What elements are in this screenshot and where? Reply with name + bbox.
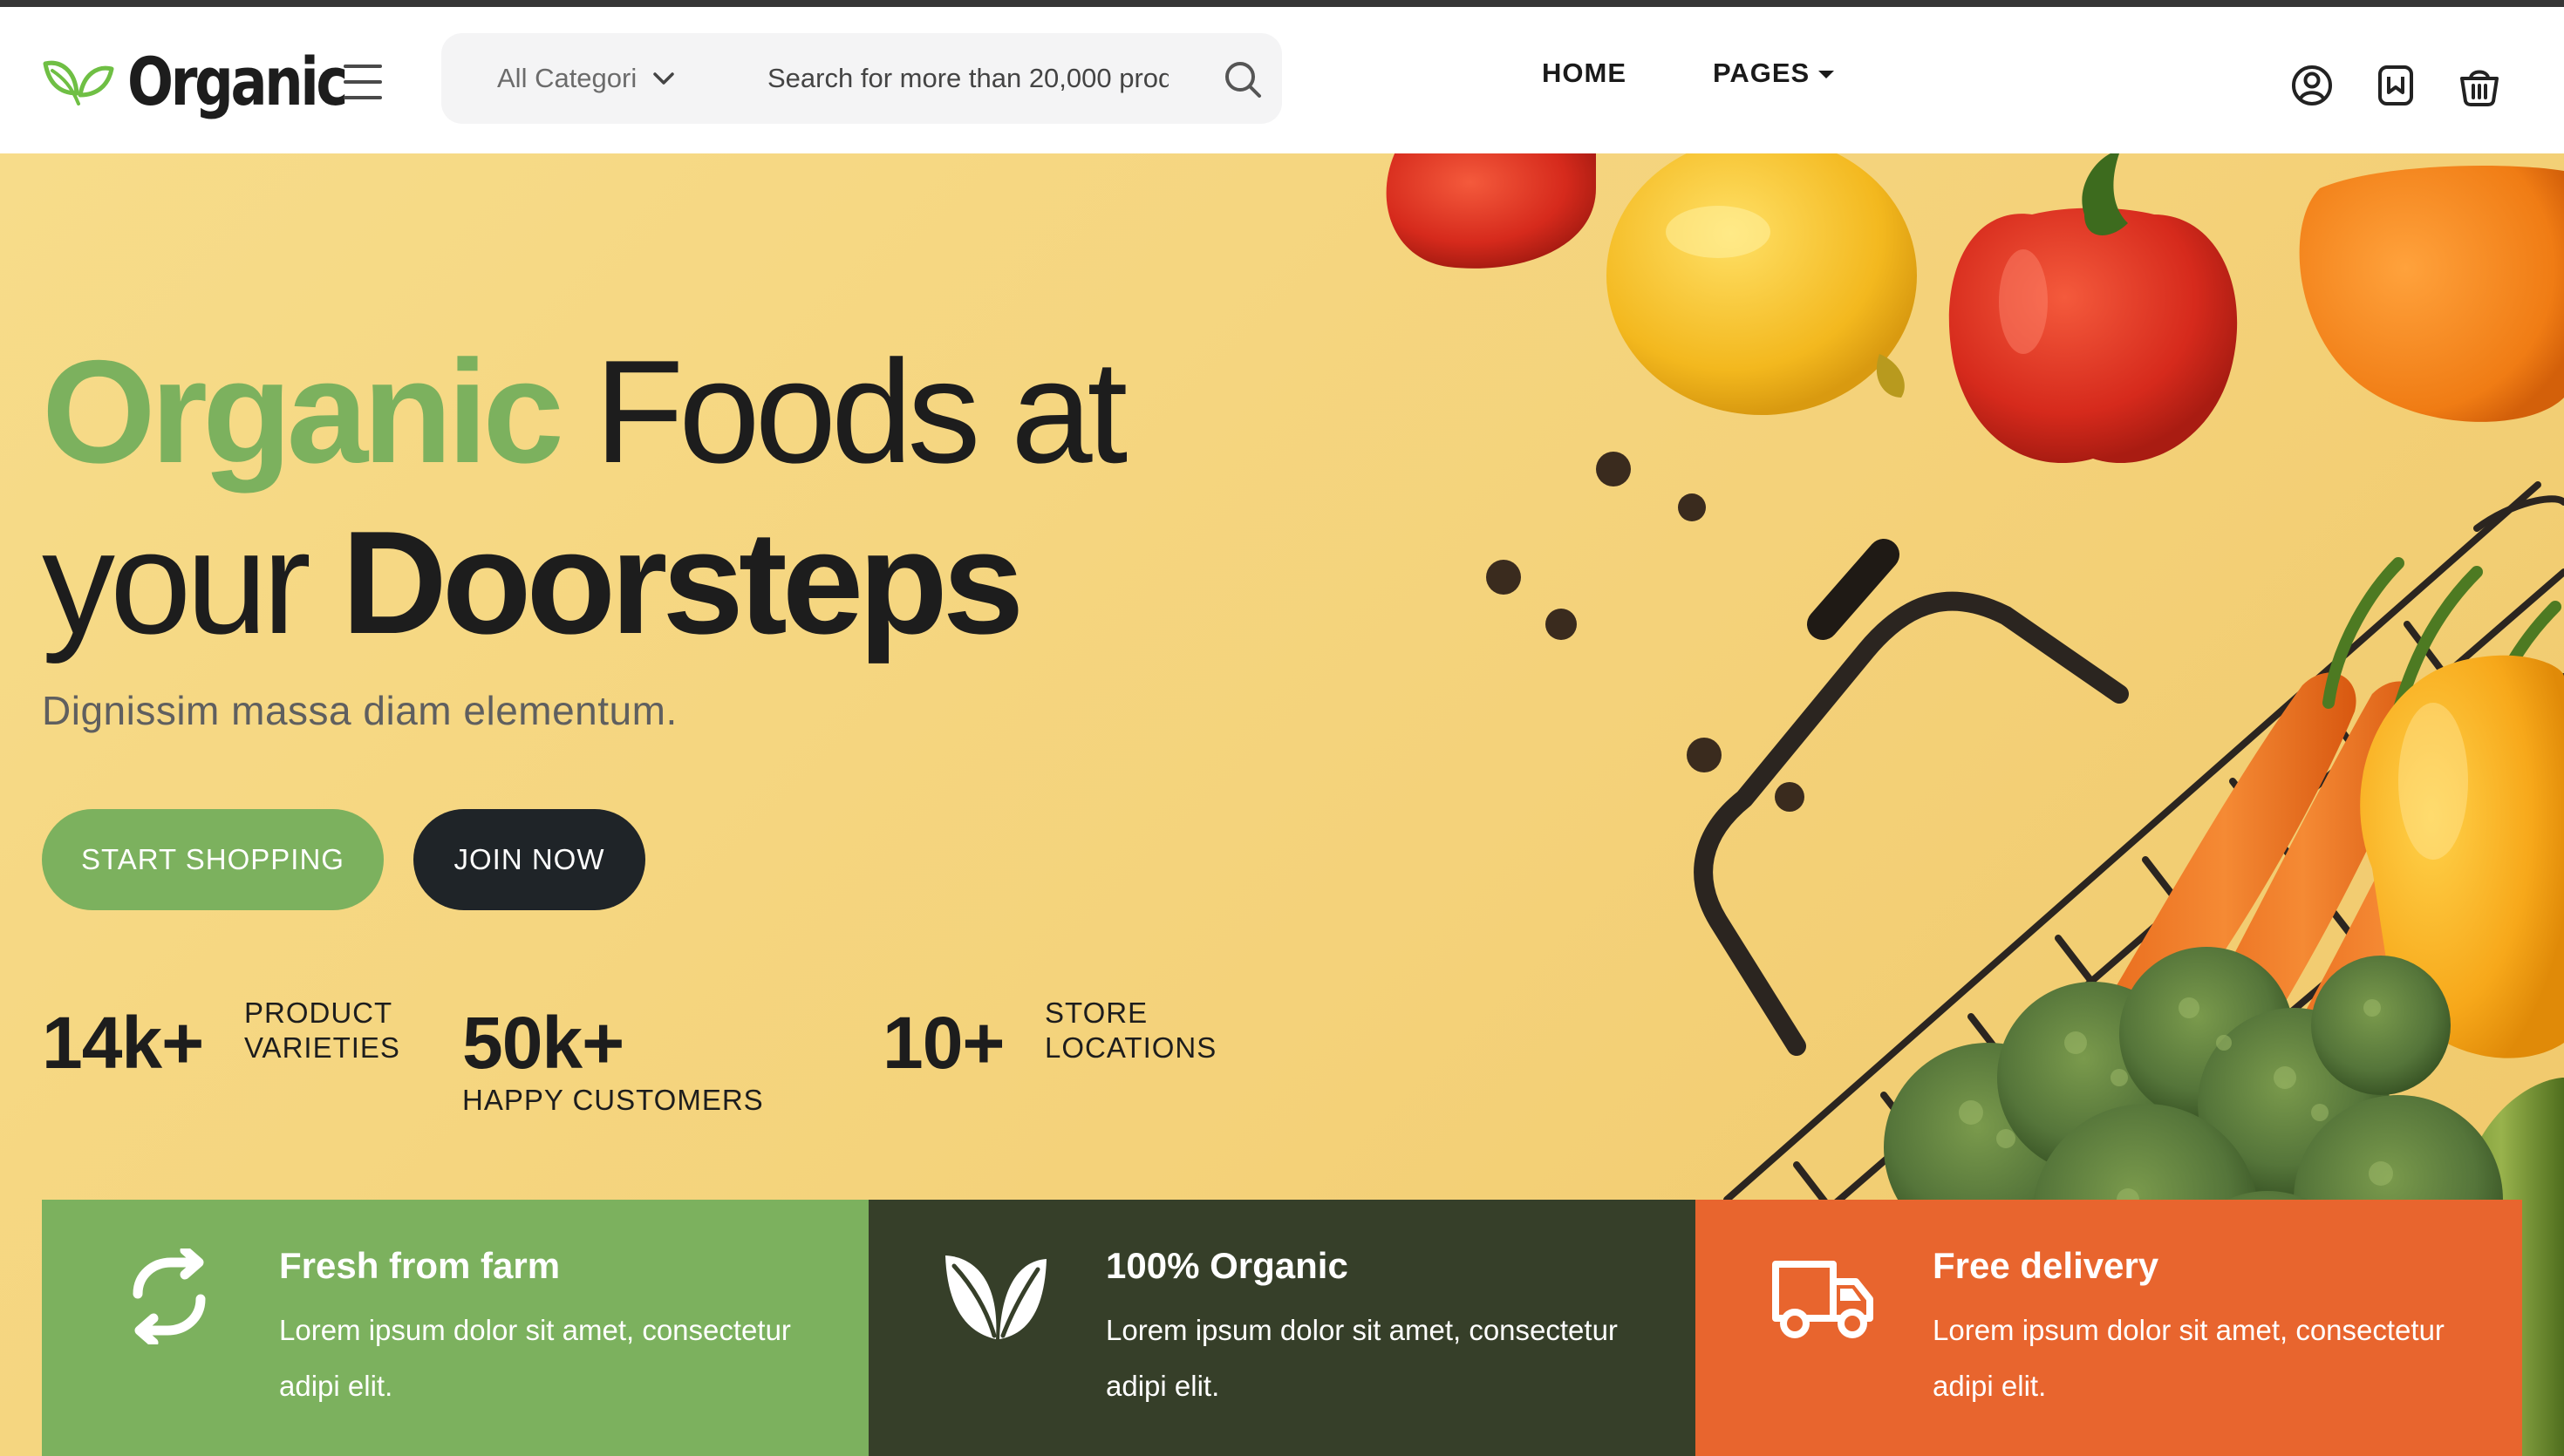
stat-stores-label-line-2: LOCATIONS [1045,1031,1217,1064]
nav-pages-label: PAGES [1713,58,1810,88]
feature-text: Lorem ipsum dolor sit amet, consectetur … [279,1314,791,1402]
feature-free-delivery: Free delivery Lorem ipsum dolor sit amet… [1695,1200,2522,1456]
nav-home-label: HOME [1542,58,1626,88]
basket-icon[interactable] [2458,63,2501,108]
feature-title: Fresh from farm [279,1245,561,1286]
feature-100-organic: 100% Organic Lorem ipsum dolor sit amet,… [869,1200,1695,1456]
hero-subtitle: Dignissim massa diam elementum. [42,688,678,733]
truck-icon [1772,1261,1873,1338]
stat-product-value: 14k+ [42,1002,204,1084]
hero-title-text-1: Foods at [594,330,1129,493]
stat-stores-value: 10+ [883,1002,1005,1084]
stat-stores-label: STORE LOCATIONS [1045,996,1217,1065]
refresh-icon [133,1248,206,1344]
feature-strip: Fresh from farm Lorem ipsum dolor sit am… [42,1200,2522,1456]
category-label: All Categori [497,63,638,93]
feature-title: Free delivery [1933,1245,2159,1286]
hero-title-line-2: your Doorsteps [42,509,1024,656]
feature-text: Lorem ipsum dolor sit amet, consectetur … [1933,1314,2445,1402]
hero-title-highlight: Organic [42,330,564,493]
search-input[interactable] [767,52,1169,105]
chevron-down-icon [653,72,674,85]
stat-product-label: PRODUCT VARIETIES [244,996,400,1065]
user-icon[interactable] [2290,63,2334,108]
stat-stores-label-line-1: STORE [1045,997,1149,1029]
hero-title-line-1: Organic Foods at [42,338,1128,485]
stat-customers-label: HAPPY CUSTOMERS [462,1084,764,1116]
hero-title-bold: Doorsteps [341,500,1025,664]
feature-title: 100% Organic [1106,1245,1348,1286]
category-dropdown[interactable]: All Categori [497,33,675,124]
hero-title-text-2: your [42,500,311,664]
bookmark-icon[interactable] [2374,63,2417,108]
caret-down-icon [1818,70,1835,78]
top-border [0,0,2564,7]
leaf-icon [945,1255,1047,1339]
hamburger-menu-icon[interactable] [344,65,382,99]
nav-home[interactable]: HOME [1542,58,1626,89]
feature-text: Lorem ipsum dolor sit amet, consectetur … [1106,1314,1618,1402]
feature-fresh-from-farm: Fresh from farm Lorem ipsum dolor sit am… [42,1200,869,1456]
stat-customers-value: 50k+ [462,1002,624,1084]
start-shopping-button[interactable]: START SHOPPING [42,809,384,910]
join-now-button[interactable]: JOIN NOW [413,809,645,910]
site-header: Organic All Categori HOME PAGES [0,7,2564,153]
stat-product-label-line-1: PRODUCT [244,997,393,1029]
logo-text: Organic [127,42,348,120]
search-icon[interactable] [1223,59,1263,99]
leaf-logo-icon [43,60,114,105]
logo[interactable]: Organic [42,42,393,120]
nav-pages[interactable]: PAGES [1713,58,1835,89]
search-bar: All Categori [441,33,1282,124]
stat-product-label-line-2: VARIETIES [244,1031,400,1064]
